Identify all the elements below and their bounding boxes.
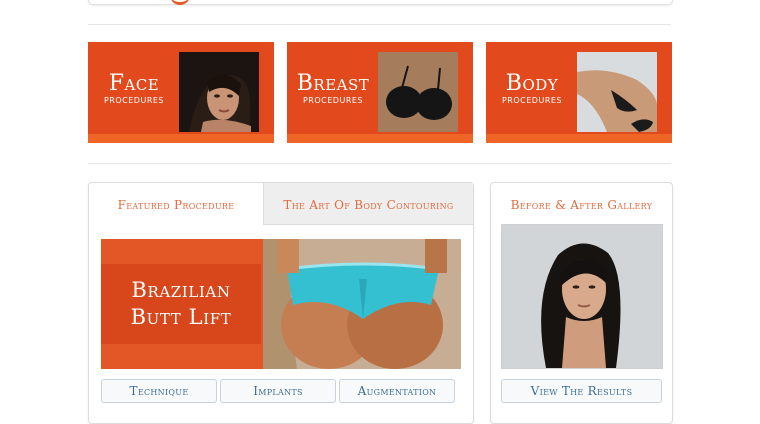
before-after-gallery-panel: Before & After Gallery View The Results bbox=[490, 182, 673, 424]
tile-bottom-strip bbox=[287, 134, 473, 143]
breast-photo bbox=[378, 52, 458, 132]
tile-subtitle: Procedures bbox=[501, 96, 563, 105]
featured-hero-banner[interactable]: Brazilian Butt Lift bbox=[101, 239, 461, 369]
tab-art-of-body-contouring[interactable]: The Art Of Body Contouring bbox=[263, 183, 473, 225]
tile-subtitle: Procedures bbox=[103, 96, 165, 105]
tile-subtitle: Procedures bbox=[302, 96, 364, 105]
tile-title: Breast bbox=[296, 71, 370, 96]
tile-bottom-strip bbox=[88, 134, 274, 143]
body-photo bbox=[577, 52, 657, 132]
divider-top bbox=[88, 24, 671, 25]
augmentation-button[interactable]: Augmentation bbox=[339, 379, 455, 403]
hero-title-line-1: Brazilian bbox=[131, 278, 231, 302]
divider-middle bbox=[88, 163, 671, 164]
tile-caption: Breast Procedures bbox=[287, 72, 379, 106]
tile-breast-procedures[interactable]: Breast Procedures bbox=[287, 42, 473, 143]
tile-caption: Face Procedures bbox=[88, 72, 180, 106]
tab-featured-procedure[interactable]: Featured Procedure bbox=[89, 183, 263, 224]
hero-photo bbox=[263, 239, 461, 369]
hero-title-line-2: Butt Lift bbox=[130, 305, 232, 329]
tile-bottom-strip bbox=[486, 134, 672, 143]
tile-caption: Body Procedures bbox=[486, 72, 578, 106]
gallery-title: Before & After Gallery bbox=[510, 198, 653, 212]
gallery-photo[interactable] bbox=[501, 224, 663, 369]
hero-title: Brazilian Butt Lift bbox=[101, 277, 261, 331]
tile-title: Body bbox=[505, 71, 559, 96]
tile-body-procedures[interactable]: Body Procedures bbox=[486, 42, 672, 143]
implants-button[interactable]: Implants bbox=[220, 379, 336, 403]
featured-procedure-panel: Featured Procedure The Art Of Body Conto… bbox=[88, 182, 474, 424]
tile-title: Face bbox=[108, 71, 160, 96]
face-photo bbox=[179, 52, 259, 132]
technique-button[interactable]: Technique bbox=[101, 379, 217, 403]
view-results-button[interactable]: View The Results bbox=[501, 379, 662, 403]
tile-face-procedures[interactable]: Face Procedures bbox=[88, 42, 274, 143]
